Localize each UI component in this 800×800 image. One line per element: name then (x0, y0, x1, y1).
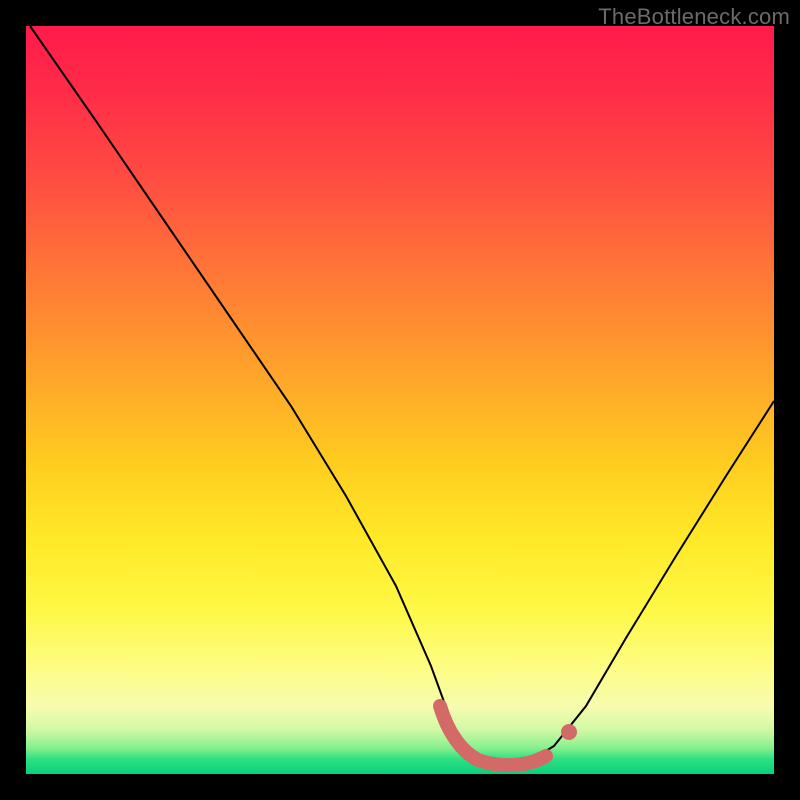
bottleneck-curve-svg (26, 26, 774, 774)
bottleneck-curve (30, 26, 774, 764)
gradient-plot-area (26, 26, 774, 774)
optimum-marker-left (440, 706, 546, 765)
optimum-marker-dot (561, 724, 577, 740)
chart-frame: TheBottleneck.com (0, 0, 800, 800)
watermark-text: TheBottleneck.com (598, 4, 790, 30)
